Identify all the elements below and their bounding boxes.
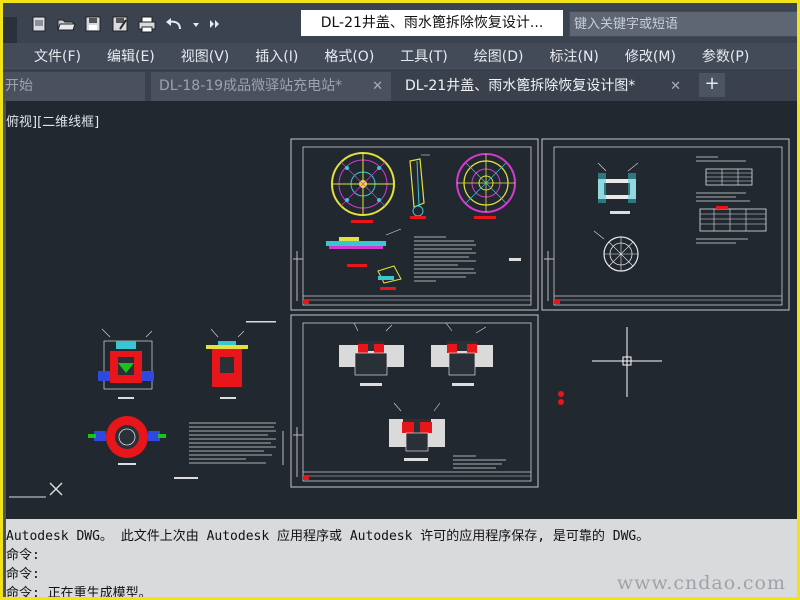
drawing-sheet (290, 314, 539, 488)
watermark: www.cndao.com (616, 572, 786, 594)
file-tab-bar: 开始 DL-18-19成品微驿站充电站* ✕ DL-21井盖、雨水篦拆除恢复设计… (3, 69, 797, 101)
tab-label: 开始 (5, 78, 33, 94)
menu-file[interactable]: 文件(F) (21, 46, 94, 66)
menu-bar: 文件(F) 编辑(E) 视图(V) 插入(I) 格式(O) 工具(T) 绘图(D… (3, 43, 797, 68)
open-icon[interactable] (56, 14, 76, 34)
menu-dimension[interactable]: 标注(N) (537, 46, 612, 66)
command-history-line: 命令: (6, 548, 40, 563)
app-window: DL-21井盖、雨水篦拆除恢复设计... 文件(F) 编辑(E) 视图(V) 插… (0, 0, 800, 600)
command-window[interactable]: Autodesk DWG。 此文件上次由 Autodesk 应用程序或 Auto… (6, 519, 797, 600)
app-menu-button[interactable] (3, 17, 17, 43)
save-as-icon[interactable] (110, 14, 130, 34)
drawing-area (9, 138, 790, 498)
menu-modify[interactable]: 修改(M) (612, 46, 689, 66)
tab-dl-18-19[interactable]: DL-18-19成品微驿站充电站* ✕ (151, 72, 391, 101)
drawing-sheet (541, 138, 790, 311)
tab-label: DL-18-19成品微驿站充电站* (159, 78, 343, 94)
command-history-line: 命令: 正在重生成模型。 (6, 586, 152, 600)
tab-dl-21[interactable]: DL-21井盖、雨水篦拆除恢复设计图* ✕ (397, 72, 689, 101)
menu-edit[interactable]: 编辑(E) (94, 46, 168, 66)
ucs-icon (49, 482, 63, 496)
menu-view[interactable]: 视图(V) (168, 46, 243, 66)
drawing-canvas[interactable]: 俯视][二维线框] (6, 101, 797, 519)
crosshair-cursor (592, 327, 662, 397)
grip-points[interactable] (558, 391, 564, 405)
quick-access-toolbar (29, 13, 220, 35)
new-tab-button[interactable]: + (699, 73, 725, 97)
new-icon[interactable] (29, 14, 49, 34)
dropdown-icon[interactable] (191, 14, 201, 34)
menu-format[interactable]: 格式(O) (311, 46, 387, 66)
search-box[interactable] (569, 11, 797, 37)
drawing-sheet (290, 138, 539, 311)
menu-draw[interactable]: 绘图(D) (461, 46, 537, 66)
menu-insert[interactable]: 插入(I) (242, 46, 311, 66)
command-history-line: 命令: (6, 567, 40, 582)
command-history-line: Autodesk DWG。 此文件上次由 Autodesk 应用程序或 Auto… (6, 529, 650, 544)
save-icon[interactable] (83, 14, 103, 34)
document-title: DL-21井盖、雨水篦拆除恢复设计... (301, 10, 563, 36)
close-icon[interactable]: ✕ (670, 72, 681, 101)
loose-drawings (9, 321, 284, 498)
search-input[interactable] (572, 12, 776, 36)
print-icon[interactable] (137, 14, 157, 34)
tab-start[interactable]: 开始 (3, 72, 145, 101)
more-icon[interactable] (208, 14, 220, 34)
undo-icon[interactable] (164, 14, 184, 34)
menu-tools[interactable]: 工具(T) (387, 46, 460, 66)
tab-label: DL-21井盖、雨水篦拆除恢复设计图* (405, 78, 636, 94)
title-bar: DL-21井盖、雨水篦拆除恢复设计... (3, 3, 797, 43)
menu-parametric[interactable]: 参数(P) (689, 46, 762, 66)
close-icon[interactable]: ✕ (372, 72, 383, 101)
